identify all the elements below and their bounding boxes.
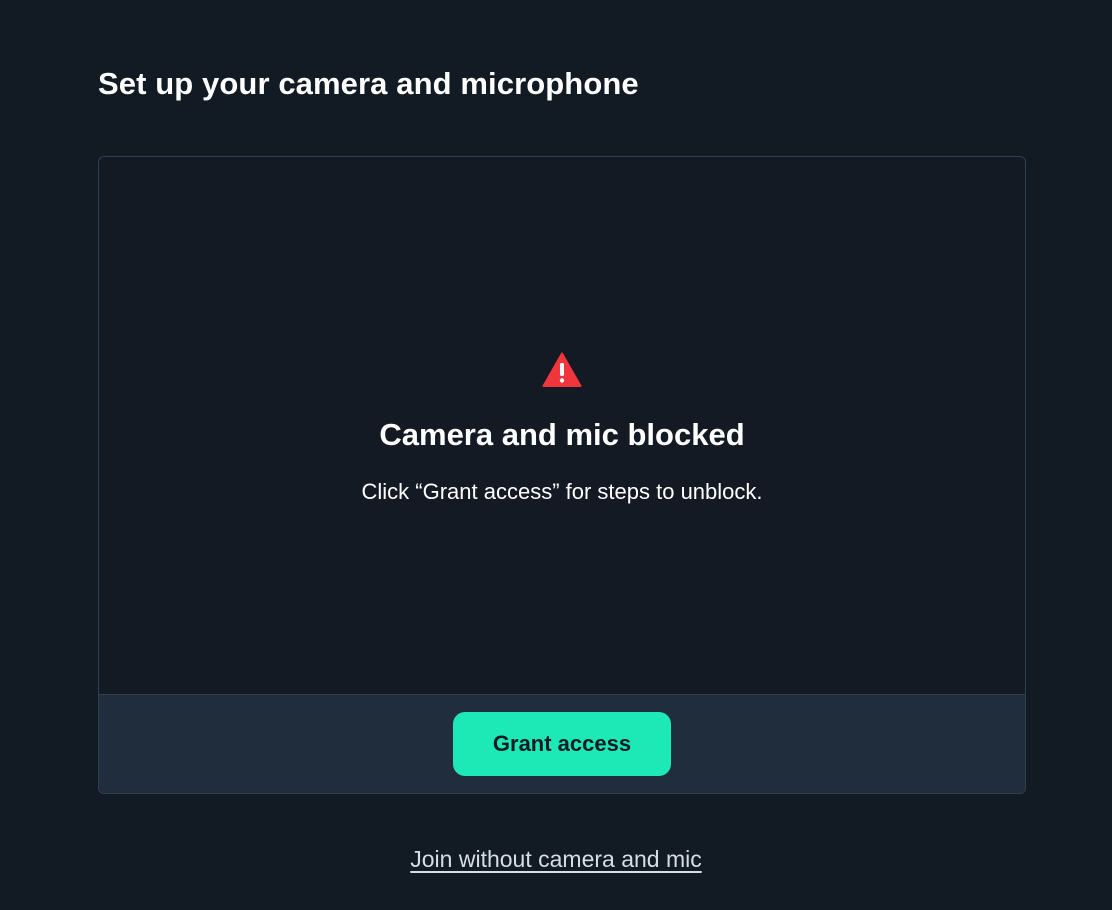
join-without-camera-mic-link[interactable]: Join without camera and mic — [410, 846, 701, 872]
blocked-description: Click “Grant access” for steps to unbloc… — [361, 479, 763, 504]
page-title: Set up your camera and microphone — [98, 66, 639, 101]
camera-preview-area: Camera and mic blocked Click “Grant acce… — [99, 157, 1025, 695]
camera-preview-panel: Camera and mic blocked Click “Grant acce… — [98, 156, 1026, 794]
warning-icon — [542, 352, 582, 387]
device-setup-page: Set up your camera and microphone Camera… — [0, 0, 1112, 910]
blocked-title: Camera and mic blocked — [379, 417, 745, 452]
join-without-media-container: Join without camera and mic — [0, 843, 1112, 875]
preview-action-bar: Grant access — [99, 695, 1025, 793]
grant-access-button[interactable]: Grant access — [453, 712, 671, 776]
